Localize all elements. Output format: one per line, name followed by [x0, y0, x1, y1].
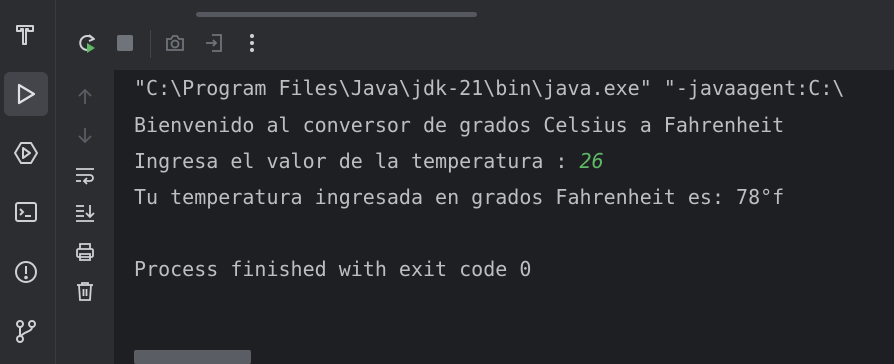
run-tool-button[interactable]	[4, 72, 48, 116]
console-line-input: Ingresa el valor de la temperatura : 26	[134, 149, 604, 173]
run-icon	[17, 83, 36, 105]
rerun-button[interactable]	[72, 28, 102, 58]
problems-tool-button[interactable]	[4, 250, 48, 294]
console-output[interactable]: "C:\Program Files\Java\jdk-21\bin\java.e…	[114, 70, 894, 364]
stop-button[interactable]	[110, 28, 140, 58]
up-arrow-icon	[78, 88, 92, 104]
more-icon	[250, 34, 254, 52]
git-icon	[16, 320, 36, 343]
previous-occurrence-button[interactable]	[70, 82, 100, 112]
terminal-icon	[15, 202, 37, 222]
terminal-tool-button[interactable]	[4, 190, 48, 234]
run-toolbar	[56, 0, 894, 70]
services-tool-button[interactable]	[4, 131, 48, 175]
git-tool-button[interactable]	[4, 309, 48, 353]
problems-icon	[15, 261, 37, 283]
toolbar-separator	[150, 30, 151, 58]
soft-wrap-button[interactable]	[70, 160, 100, 190]
print-button[interactable]	[70, 237, 100, 267]
console-line-welcome: Bienvenido al conversor de grados Celsiu…	[134, 113, 785, 137]
horizontal-scrollbar[interactable]	[134, 350, 251, 364]
exit-button[interactable]	[199, 28, 229, 58]
trash-icon	[77, 282, 93, 301]
user-input-value: 26	[579, 149, 604, 173]
build-button[interactable]	[4, 12, 48, 56]
stop-icon	[117, 35, 133, 51]
left-tool-bar	[0, 0, 56, 364]
next-occurrence-button[interactable]	[70, 120, 100, 150]
console-line-command: "C:\Program Files\Java\jdk-21\bin\java.e…	[134, 76, 845, 100]
console-line-exit: Process finished with exit code 0	[134, 257, 532, 281]
print-icon	[76, 243, 94, 261]
scroll-to-end-icon	[76, 205, 95, 222]
input-prompt: Ingresa el valor de la temperatura :	[134, 149, 580, 173]
more-button[interactable]	[237, 28, 267, 58]
scroll-to-end-button[interactable]	[70, 198, 100, 228]
camera-icon	[166, 35, 184, 51]
clear-all-button[interactable]	[70, 276, 100, 306]
exit-icon	[206, 34, 222, 52]
console-line-result: Tu temperatura ingresada en grados Fahre…	[134, 185, 785, 209]
rerun-icon	[79, 34, 95, 53]
tabs-scrollbar[interactable]	[196, 12, 477, 17]
services-icon	[14, 142, 38, 164]
hammer-icon	[16, 25, 34, 45]
down-arrow-icon	[78, 128, 92, 144]
screenshot-button[interactable]	[160, 28, 190, 58]
soft-wrap-icon	[76, 168, 94, 185]
console-side-toolbar	[56, 70, 114, 364]
